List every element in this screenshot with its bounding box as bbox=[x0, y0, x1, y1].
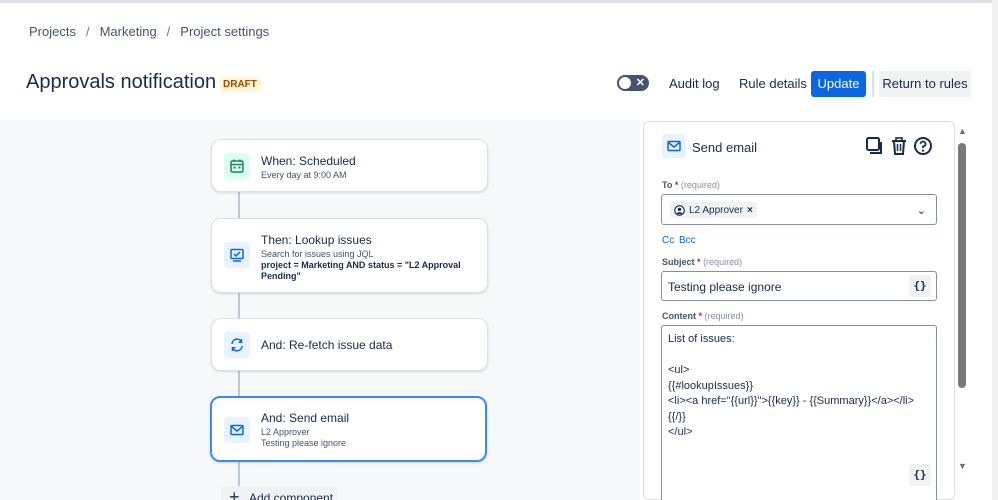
page-title: Approvals notification bbox=[26, 71, 217, 93]
required-marker: * bbox=[697, 257, 701, 267]
to-label-text: To bbox=[662, 180, 673, 190]
flow-connector bbox=[238, 461, 240, 487]
bcc-link[interactable]: Bcc bbox=[679, 235, 696, 246]
rule-enable-toggle[interactable]: ✕ bbox=[617, 75, 649, 91]
node-label: Then: Lookup issues bbox=[261, 233, 372, 247]
panel-title: Send email bbox=[692, 140, 758, 155]
rule-details-button[interactable]: Rule details bbox=[739, 71, 807, 97]
content-field-label: Content * (required) bbox=[662, 311, 744, 321]
flow-connector bbox=[238, 191, 240, 219]
required-hint: (required) bbox=[704, 311, 744, 321]
refresh-icon bbox=[224, 332, 250, 358]
window-edge bbox=[992, 0, 998, 500]
chevron-down-icon[interactable]: ⌄ bbox=[917, 204, 926, 217]
breadcrumb-separator: / bbox=[166, 24, 171, 39]
subject-field-label: Subject * (required) bbox=[662, 257, 742, 267]
node-subtext: Testing please ignore bbox=[261, 438, 347, 448]
update-button[interactable]: Update bbox=[811, 71, 866, 97]
audit-log-button[interactable]: Audit log bbox=[669, 71, 720, 97]
trash-icon[interactable] bbox=[889, 136, 909, 156]
flow-connector bbox=[238, 370, 240, 398]
email-icon bbox=[662, 134, 686, 158]
smart-value-button[interactable]: {} bbox=[909, 275, 931, 297]
subject-input[interactable]: Testing please ignore {} bbox=[661, 271, 937, 301]
duplicate-icon[interactable] bbox=[864, 136, 884, 156]
jql-query: project = Marketing AND status = "L2 App… bbox=[261, 260, 461, 281]
required-marker: * bbox=[674, 180, 679, 190]
required-marker: * bbox=[698, 311, 703, 321]
breadcrumb: Projects / Marketing / Project settings bbox=[29, 24, 269, 39]
node-subtext: Search for issues using JQL bbox=[261, 249, 374, 259]
return-to-rules-button[interactable]: Return to rules bbox=[879, 71, 971, 97]
recipient-chip-label: L2 Approver bbox=[689, 204, 743, 216]
recipient-chip: L2 Approver × bbox=[670, 202, 757, 218]
cc-link[interactable]: Cc bbox=[662, 235, 674, 246]
flow-node-trigger-scheduled[interactable]: When: Scheduled Every day at 9:00 AM bbox=[211, 139, 488, 192]
to-field-label: To * (required) bbox=[662, 180, 720, 190]
breadcrumb-separator: / bbox=[85, 24, 90, 39]
remove-chip-icon[interactable]: × bbox=[747, 205, 753, 216]
calendar-icon bbox=[224, 153, 250, 179]
flow-node-lookup-issues[interactable]: Then: Lookup issues Search for issues us… bbox=[211, 218, 488, 293]
header-divider bbox=[872, 71, 874, 97]
node-subtext: Every day at 9:00 AM bbox=[261, 170, 347, 180]
subject-label-text: Subject bbox=[662, 257, 695, 267]
node-label: And: Re-fetch issue data bbox=[261, 338, 393, 352]
node-jql: project = Marketing AND status = "L2 App… bbox=[261, 260, 481, 282]
email-icon bbox=[224, 417, 250, 443]
scrollbar-thumb[interactable] bbox=[958, 143, 966, 388]
node-label: And: Send email bbox=[261, 411, 350, 425]
status-badge: DRAFT bbox=[219, 77, 261, 92]
breadcrumb-project-settings[interactable]: Project settings bbox=[180, 24, 269, 39]
required-hint: (required) bbox=[680, 180, 720, 190]
content-label-text: Content bbox=[662, 311, 696, 321]
toggle-knob bbox=[619, 77, 631, 89]
flow-node-refetch[interactable]: And: Re-fetch issue data bbox=[211, 318, 488, 371]
panel-scrollbar[interactable]: ▲ ▼ bbox=[956, 121, 968, 500]
required-hint: (required) bbox=[703, 257, 743, 267]
content-value: List of issues: <ul> {{#lookupIssues}} <… bbox=[668, 333, 915, 438]
subject-value: Testing please ignore bbox=[668, 280, 782, 294]
scroll-up-icon[interactable]: ▲ bbox=[958, 126, 967, 136]
smart-value-button[interactable]: {} bbox=[909, 464, 931, 486]
user-avatar-icon bbox=[674, 204, 685, 216]
content-textarea[interactable]: List of issues: <ul> {{#lookupIssues}} <… bbox=[661, 325, 937, 500]
scroll-down-icon[interactable]: ▼ bbox=[958, 461, 967, 471]
toggle-off-icon: ✕ bbox=[635, 77, 645, 89]
node-label: When: Scheduled bbox=[261, 154, 356, 168]
help-icon[interactable] bbox=[913, 136, 933, 156]
plus-icon: + bbox=[229, 487, 240, 500]
add-component-button[interactable]: + Add component bbox=[221, 486, 338, 500]
top-border bbox=[0, 0, 998, 3]
lookup-issues-icon bbox=[224, 242, 250, 268]
node-subtext: L2 Approver bbox=[261, 427, 310, 437]
flow-connector bbox=[238, 292, 240, 319]
breadcrumb-marketing[interactable]: Marketing bbox=[100, 24, 157, 39]
flow-node-send-email[interactable]: And: Send email L2 Approver Testing plea… bbox=[210, 396, 487, 462]
breadcrumb-projects[interactable]: Projects bbox=[29, 24, 76, 39]
add-component-label: Add component bbox=[249, 491, 334, 500]
to-recipients-select[interactable]: L2 Approver × ⌄ bbox=[661, 194, 937, 225]
